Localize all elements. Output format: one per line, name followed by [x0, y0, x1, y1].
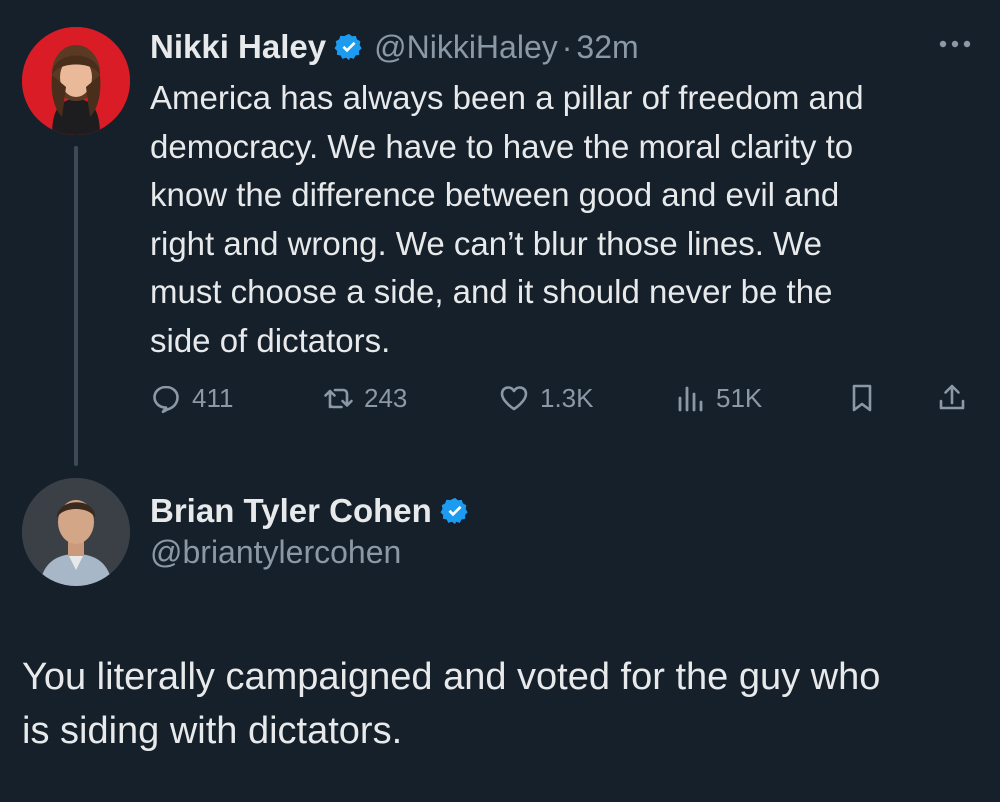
bookmark-icon — [846, 382, 878, 414]
nikki-haley-avatar[interactable] — [22, 27, 130, 135]
heart-icon — [498, 382, 530, 414]
like-count: 1.3K — [540, 382, 594, 413]
reply-tweet-text: You literally campaigned and voted for t… — [22, 656, 881, 752]
header-separator: · — [561, 28, 573, 65]
share-button[interactable] — [936, 378, 968, 418]
avatar-image — [22, 478, 130, 586]
reply-author-handle[interactable]: @briantylercohen — [150, 534, 401, 571]
brian-tyler-cohen-avatar[interactable] — [22, 478, 130, 586]
like-button[interactable]: 1.3K — [498, 378, 594, 418]
bookmark-button[interactable] — [846, 378, 878, 418]
tweet-action-bar: 411 243 1.3K 51K — [150, 378, 980, 418]
verified-badge-icon[interactable] — [334, 32, 364, 62]
author-display-name[interactable]: Nikki Haley — [150, 28, 326, 66]
verified-badge-icon[interactable] — [440, 496, 470, 526]
share-icon — [936, 382, 968, 414]
reply-icon — [150, 382, 182, 414]
author-handle[interactable]: @NikkiHaley — [374, 29, 558, 66]
retweet-count: 243 — [364, 382, 408, 413]
reply-count: 411 — [192, 382, 234, 413]
original-tweet-header: Nikki Haley @NikkiHaley · 32m — [150, 26, 639, 68]
tweet-screenshot: Nikki Haley @NikkiHaley · 32m America ha… — [0, 0, 1000, 802]
original-tweet-text: America has always been a pillar of free… — [150, 79, 864, 359]
more-options-icon[interactable] — [935, 30, 975, 58]
views-button[interactable]: 51K — [674, 378, 762, 418]
reply-author-display-name[interactable]: Brian Tyler Cohen — [150, 492, 432, 530]
reply-button[interactable]: 411 — [150, 378, 233, 418]
reply-tweet-header: Brian Tyler Cohen — [150, 490, 470, 532]
view-count: 51K — [716, 382, 763, 413]
retweet-button[interactable]: 243 — [322, 378, 407, 418]
thread-connector-line — [74, 146, 78, 466]
tweet-timestamp[interactable]: 32m — [576, 29, 638, 66]
retweet-icon — [322, 382, 354, 414]
analytics-icon — [674, 382, 706, 414]
avatar-image — [22, 27, 130, 135]
